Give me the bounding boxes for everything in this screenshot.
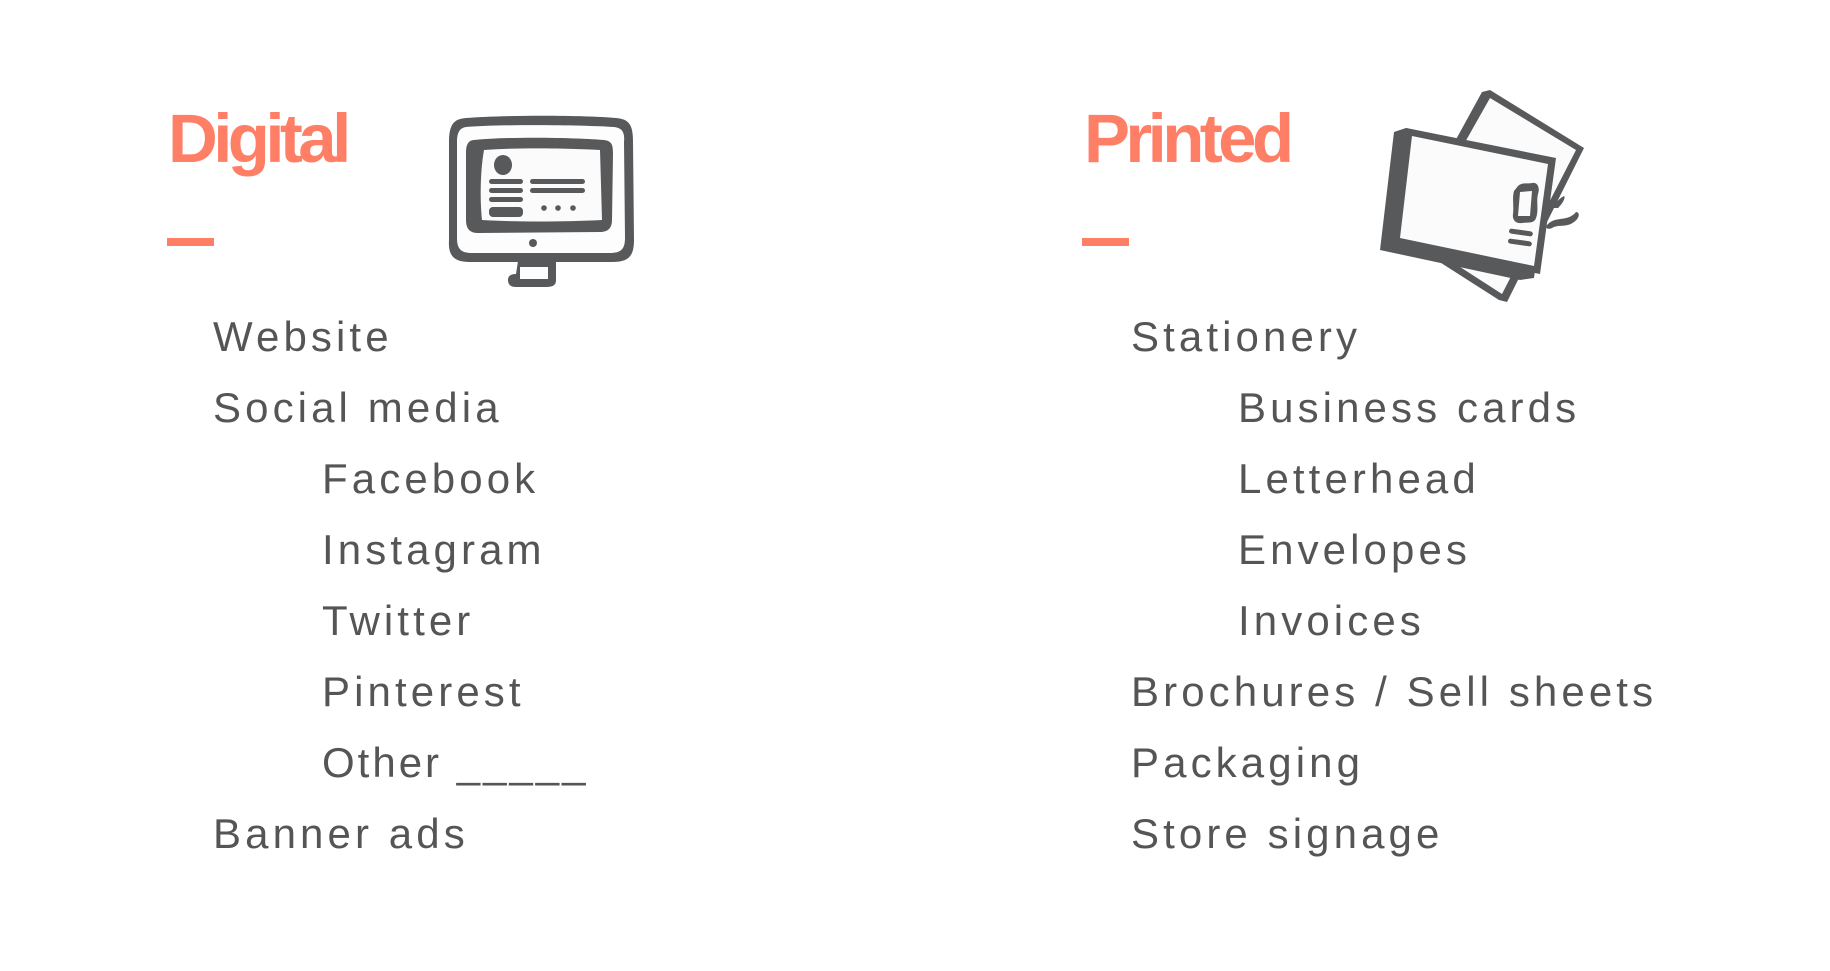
list-item-facebook: Facebook <box>322 455 540 502</box>
list-item-social-media: Social media <box>213 384 503 431</box>
list-item-instagram: Instagram <box>322 526 546 573</box>
list-item-envelopes: Envelopes <box>1238 526 1472 573</box>
list-item-website: Website <box>213 313 393 360</box>
monitor-icon <box>448 115 634 287</box>
list-item-twitter: Twitter <box>322 597 475 644</box>
envelopes-icon <box>1380 90 1584 302</box>
list-item-invoices: Invoices <box>1238 597 1425 644</box>
digital-heading-dash <box>167 238 214 246</box>
list-item-brochures-sell-sheets: Brochures / Sell sheets <box>1131 668 1658 715</box>
list-item-pinterest: Pinterest <box>322 668 525 715</box>
list-item-letterhead: Letterhead <box>1238 455 1480 502</box>
printed-heading: Printed <box>1084 100 1294 177</box>
list-item-stationery: Stationery <box>1131 313 1362 360</box>
list-item-store-signage: Store signage <box>1131 810 1444 857</box>
list-item-packaging: Packaging <box>1131 739 1365 786</box>
list-item-other: Other _____ <box>322 739 589 786</box>
printed-heading-dash <box>1082 238 1129 246</box>
digital-heading: Digital <box>168 100 351 177</box>
list-item-business-cards: Business cards <box>1238 384 1581 431</box>
list-item-banner-ads: Banner ads <box>213 810 469 857</box>
